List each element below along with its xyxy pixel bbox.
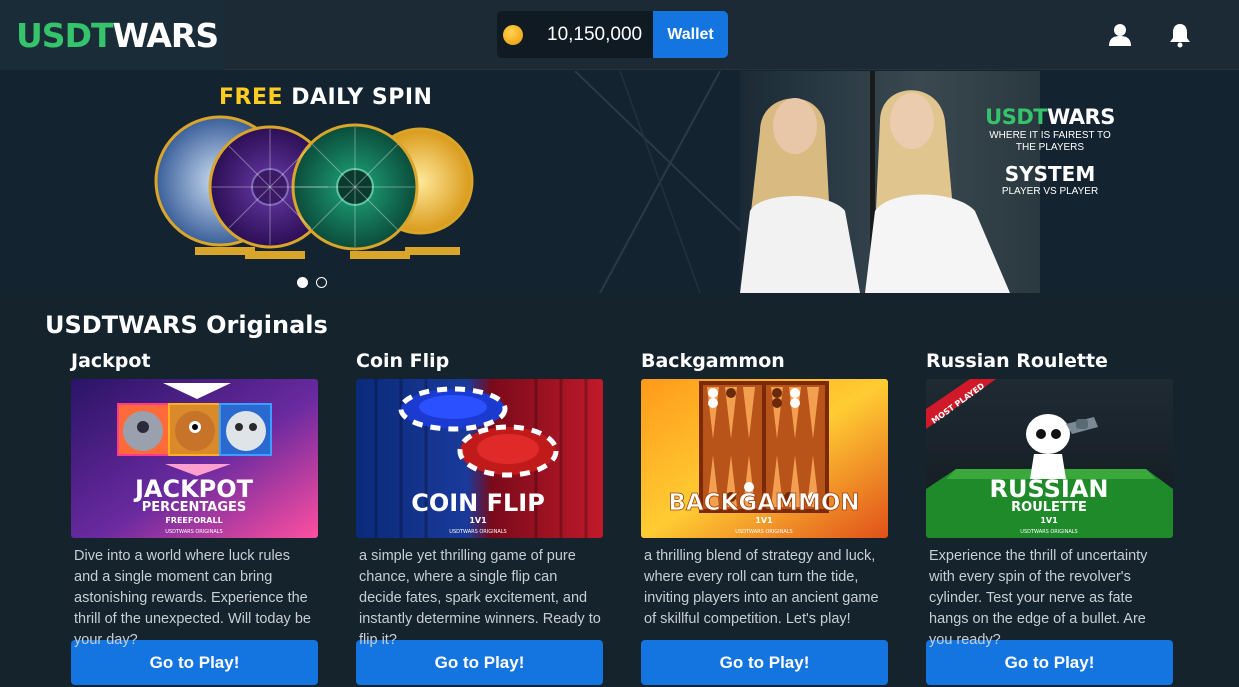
carousel-dot-1[interactable] <box>297 277 308 288</box>
carousel-dot-2[interactable] <box>316 277 327 288</box>
jackpot-art-mode: FREEFORALL <box>165 516 222 525</box>
carousel-indicators <box>297 277 327 288</box>
backgammon-art-mode: 1V1 <box>755 516 773 525</box>
russian-roulette-art-subtitle: ROULETTE <box>1011 500 1087 515</box>
jackpot-art-subtitle: PERCENTAGES <box>142 500 247 515</box>
game-card-backgammon: Backgammon BACKGAMMON 1V1 USDTWARS ORIGI… <box>641 348 888 685</box>
backgammon-art-title: BACKGAMMON <box>668 490 859 516</box>
daily-spin-title: FREE DAILY SPIN <box>219 85 432 110</box>
site-logo[interactable]: USDTWARS <box>16 15 219 55</box>
wallet-button[interactable]: Wallet <box>653 11 728 58</box>
russian-roulette-art-title: RUSSIAN <box>989 475 1108 503</box>
coin-flip-art-brand: USDTWARS ORIGINALS <box>449 529 506 535</box>
top-navigation-bar: USDTWARS 10,150,000 Wallet <box>0 0 1239 70</box>
game-card-coin-flip: Coin Flip COIN FLIP 1V1 USDTWARS ORIGINA… <box>356 348 603 685</box>
bell-icon[interactable] <box>1167 22 1193 48</box>
prize-wheels-illustration <box>154 115 474 259</box>
originals-section-title: USDTWARS Originals <box>45 311 328 339</box>
banner-logo: USDTWARS <box>985 105 1115 129</box>
banner-brand-block: USDTWARS WHERE IT IS FAIREST TO THE PLAY… <box>980 105 1120 197</box>
user-icon[interactable] <box>1107 22 1133 48</box>
russian-roulette-art-mode: 1V1 <box>1040 516 1058 525</box>
banner-system-subtitle: PLAYER VS PLAYER <box>1001 186 1099 197</box>
banner-system-title: SYSTEM <box>1004 162 1096 186</box>
coin-icon <box>503 24 523 45</box>
game-title: Jackpot <box>71 350 151 372</box>
game-description: Experience the thrill of uncertainty wit… <box>929 548 1148 648</box>
game-description: a simple yet thrilling game of pure chan… <box>359 548 601 648</box>
coin-flip-art-mode: 1V1 <box>469 516 487 525</box>
jackpot-art-title: JACKPOT <box>133 475 254 503</box>
backgammon-art-brand: USDTWARS ORIGINALS <box>735 529 792 535</box>
game-description: Dive into a world where luck rules and a… <box>74 548 311 648</box>
game-description: a thrilling blend of strategy and luck, … <box>644 548 879 627</box>
game-title: Russian Roulette <box>926 350 1108 372</box>
game-title: Coin Flip <box>356 350 450 372</box>
promo-word-daily-spin: DAILY SPIN <box>291 85 433 110</box>
coin-flip-art-title: COIN FLIP <box>411 489 545 517</box>
game-card-russian-roulette: Russian Roulette MOST PLAYED RUSSIAN ROU… <box>926 348 1173 685</box>
logo-container[interactable]: USDTWARS <box>0 0 224 70</box>
balance-amount: 10,150,000 <box>547 23 643 45</box>
game-thumbnail-jackpot[interactable]: JACKPOT PERCENTAGES FREEFORALL USDTWARS … <box>71 379 318 538</box>
game-thumbnail-russian-roulette[interactable]: MOST PLAYED RUSSIAN ROULETTE 1V1 USDTWAR… <box>926 379 1173 538</box>
game-thumbnail-backgammon[interactable]: BACKGAMMON 1V1 USDTWARS ORIGINALS <box>641 379 888 538</box>
game-card-jackpot: Jackpot JACKPOT PERCENTAGES FREEFORALL U… <box>71 348 318 685</box>
game-title: Backgammon <box>641 350 785 372</box>
banner-tagline-line-2: THE PLAYERS <box>1015 142 1085 153</box>
russian-roulette-art-brand: USDTWARS ORIGINALS <box>1020 529 1077 535</box>
jackpot-art-brand: USDTWARS ORIGINALS <box>165 529 222 535</box>
logo-green-part: USDT <box>16 15 113 55</box>
play-backgammon-button[interactable]: Go to Play! <box>641 640 888 685</box>
banner-tagline-line-1: WHERE IT IS FAIREST TO <box>989 130 1111 141</box>
game-thumbnail-coin-flip[interactable]: COIN FLIP 1V1 USDTWARS ORIGINALS <box>356 379 603 538</box>
balance-widget: 10,150,000 Wallet <box>497 11 728 58</box>
promo-word-free: FREE <box>219 85 284 110</box>
balance-display: 10,150,000 <box>497 11 653 58</box>
logo-white-part: WARS <box>112 15 219 55</box>
promo-banner-carousel[interactable]: FREE DAILY SPIN USDTWARS WHERE IT IS FAI… <box>0 71 1239 293</box>
